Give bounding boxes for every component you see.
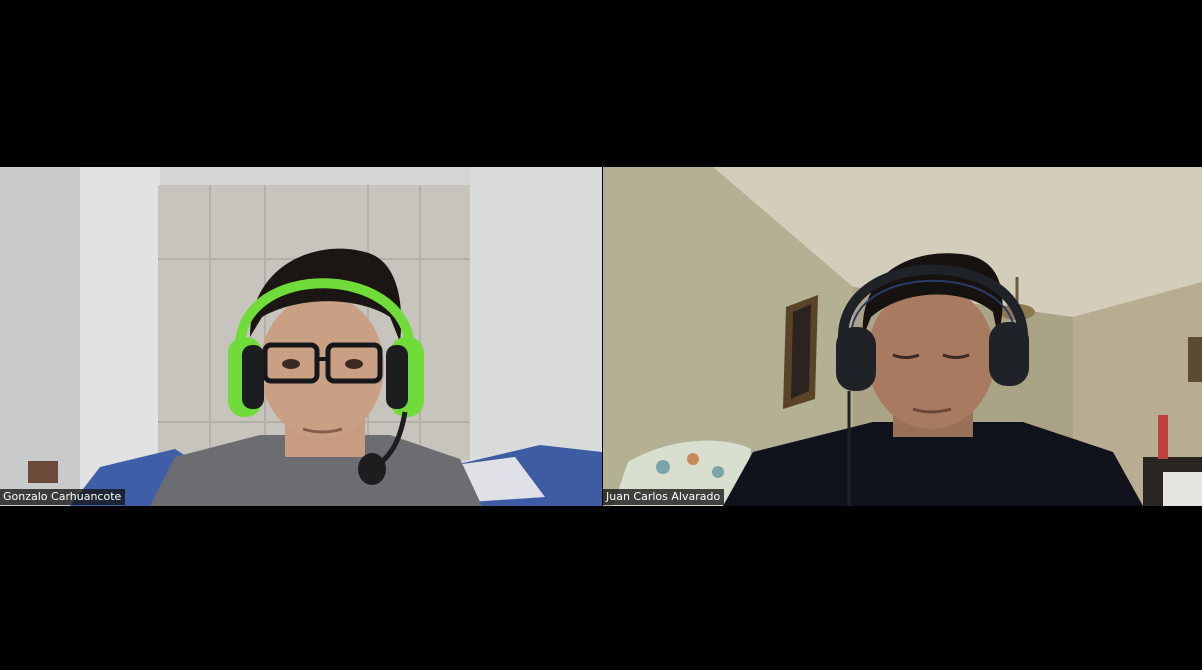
video-feed-gonzalo	[0, 167, 602, 506]
meeting-gallery-view: Gonzalo Carhuancote Juan Carlos Alvarado	[0, 0, 1202, 670]
video-tile-juan-carlos[interactable]: Juan Carlos Alvarado	[603, 167, 1202, 506]
video-feed-juan-carlos	[603, 167, 1202, 506]
participant-name-label: Gonzalo Carhuancote	[0, 489, 126, 505]
video-tile-gonzalo[interactable]: Gonzalo Carhuancote	[0, 167, 602, 506]
participant-name-label: Juan Carlos Alvarado	[603, 489, 725, 505]
